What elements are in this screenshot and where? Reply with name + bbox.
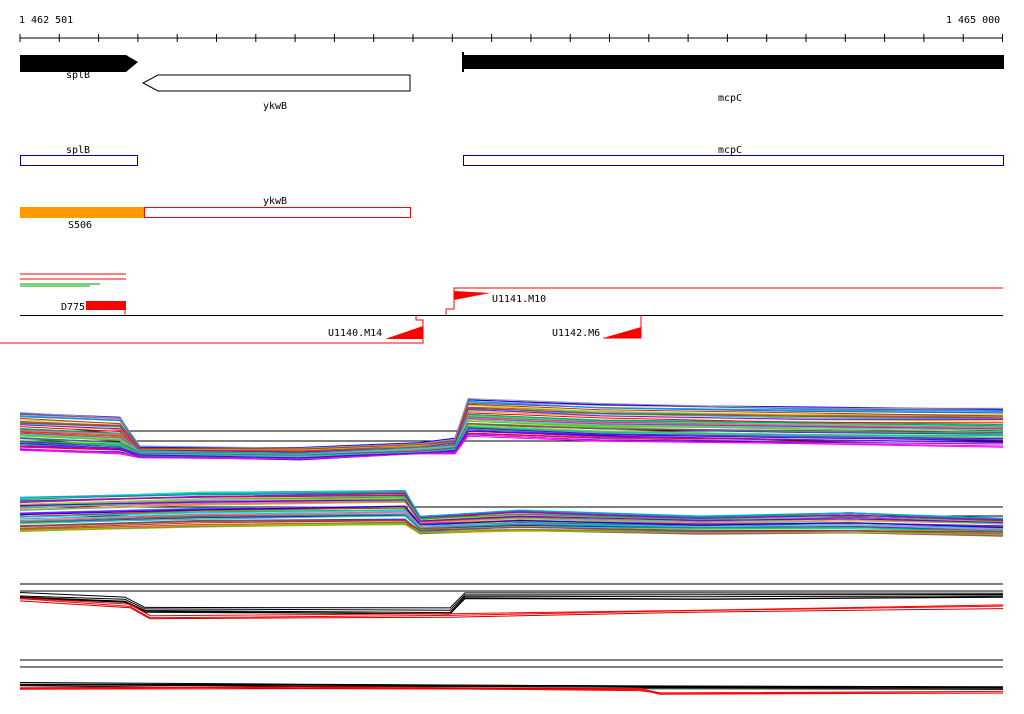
region-track: ykwB S506	[20, 196, 411, 231]
orange-region-label: S506	[68, 220, 92, 231]
expression-track-1	[19, 398, 1004, 461]
cds-splB-label: splB	[66, 145, 90, 156]
transcript-u1142-label: U1142.M6	[552, 328, 600, 339]
transcript-u1141-label: U1141.M10	[492, 294, 546, 305]
transcript-u1142-marker[interactable]	[603, 327, 641, 338]
ruler-end-label: 1 465 000	[946, 15, 1000, 26]
coordinate-ruler: 1 462 501 1 465 000	[19, 15, 1003, 42]
gene-ykwB-label: ykwB	[263, 101, 287, 112]
expression-summary-track-2	[19, 659, 1004, 695]
genome-browser-view: 1 462 501 1 465 000 splB ykwB mcpC splB …	[0, 15, 1004, 695]
expression-line	[19, 596, 1004, 615]
expression-line	[19, 597, 1004, 617]
expression-track-2	[19, 489, 1004, 537]
expression-summary-track-1	[19, 583, 1004, 620]
transcript-u1140-marker[interactable]	[385, 326, 423, 339]
gene-splB-label: splB	[66, 70, 90, 81]
transcript-track: D775 U1141.M10 U1140.M14 U1142.M6	[0, 273, 1003, 344]
transcript-u1141-marker[interactable]	[454, 291, 490, 300]
gene-mcpC-label: mcpC	[718, 93, 742, 104]
d-region-bar[interactable]	[86, 301, 126, 310]
ykwB-region-box[interactable]	[144, 207, 411, 218]
gene-mcpC-arrow[interactable]	[463, 55, 1004, 69]
cds-ykwB-label: ykwB	[263, 196, 287, 207]
orange-region[interactable]	[20, 207, 144, 218]
cds-mcpC-box[interactable]	[463, 155, 1004, 166]
gene-ykwB-arrow[interactable]	[141, 74, 411, 92]
d-region-label: D775	[61, 302, 85, 313]
expression-line	[19, 598, 1004, 619]
cds-splB-box[interactable]	[20, 155, 138, 166]
transcript-u1140-label: U1140.M14	[328, 328, 382, 339]
cds-mcpC-label: mcpC	[718, 145, 742, 156]
cds-track: splB mcpC	[20, 145, 1004, 166]
ruler-start-label: 1 462 501	[19, 15, 73, 26]
gene-track: splB ykwB mcpC	[20, 52, 1004, 112]
